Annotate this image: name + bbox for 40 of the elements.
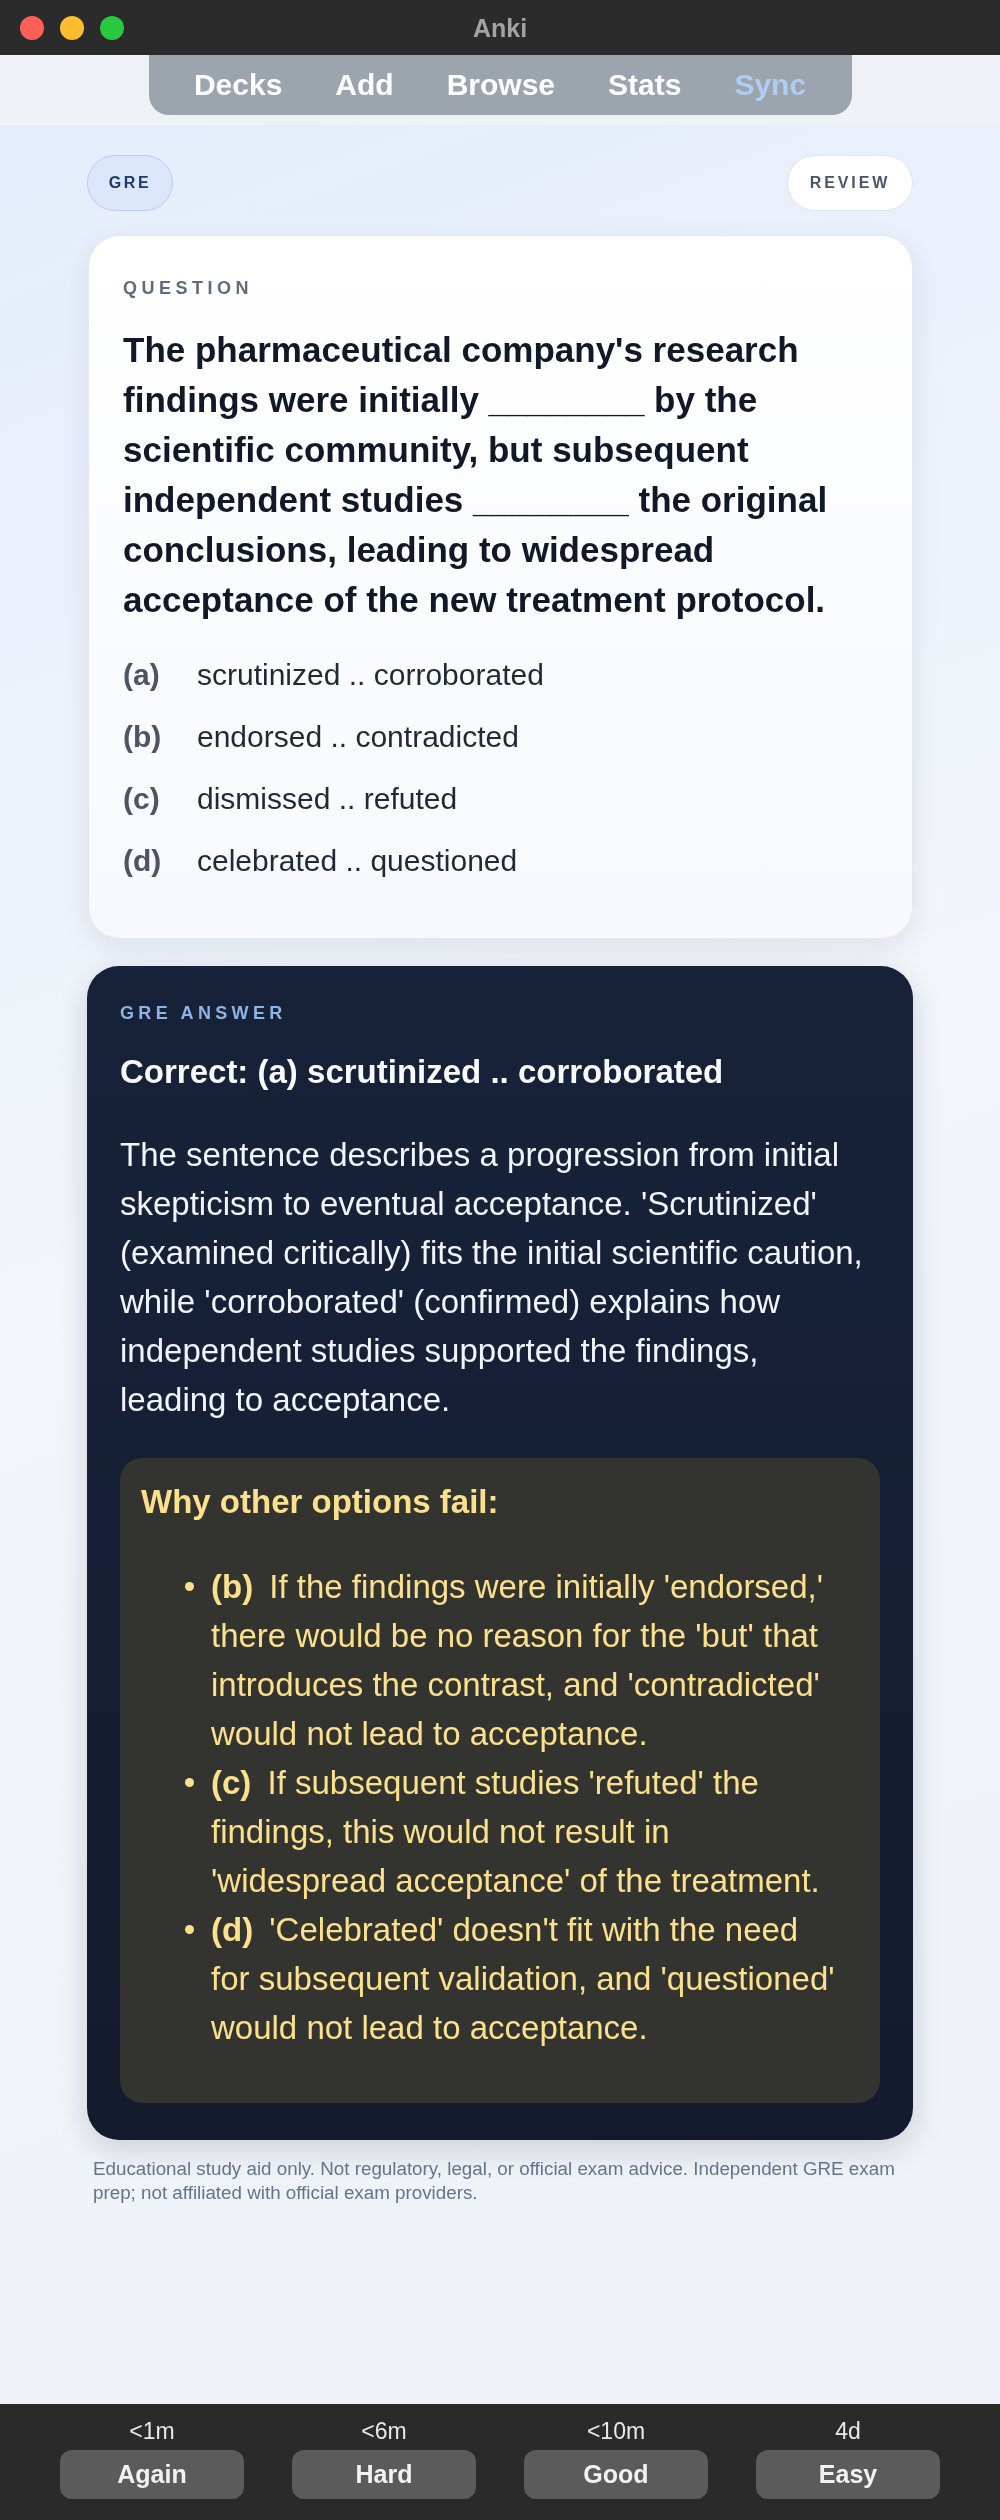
reason-text: (c) If subsequent studies 'refuted' the findings, this would not result in 'widespread acceptance' of the treatment. [211,1763,821,1901]
correct-answer: Correct: (a) scrutinized .. corroborated [120,1052,724,1092]
minimize-icon[interactable] [60,15,84,40]
option-text: endorsed .. contradicted [197,719,519,755]
option-text: celebrated .. questioned [197,843,518,879]
mode-tag: REVIEW [787,155,913,211]
toolbar-button[interactable]: Browse [446,67,555,103]
explanation-text: The sentence describes a progression from initial skepticism to eventual acceptance. 'Scrutinized' (examined critically) fits the initial scientific caution, while 'corroborated' (confirmed) explains how independent studies supported the findings, leading to acceptance. [120,1135,864,1420]
interval-label: 4d [835,2417,861,2445]
toolbar-button[interactable]: Add [335,67,394,103]
question-text: The pharmaceutical company's research findings were initially ________ by the scientific community, but subsequent independent studies ________ the original conclusions, leading to widespread acceptance of the new treatment protocol. [123,329,829,621]
toolbar-button[interactable]: Sync [734,67,807,103]
window-title: Anki [472,12,528,43]
section-label: GRE ANSWER [120,1003,287,1023]
rating-button[interactable]: Again [60,2450,244,2499]
option-label: (d) [123,843,163,879]
option-label: (a) [123,657,161,693]
rating-button[interactable]: Easy [756,2450,940,2499]
option-label: (b) [123,719,163,755]
rating-button[interactable]: Good [524,2450,708,2499]
toolbar-button[interactable]: Decks [193,67,283,103]
toolbar-button[interactable]: Stats [608,67,682,103]
bullet-icon [185,1925,194,1934]
interval-label: <6m [361,2417,407,2445]
interval-label: <10m [586,2417,646,2445]
reason-text: (b) If the findings were initially 'endorsed,' there would be no reason for the 'but' that introduces the contrast, and 'contradicted' would not lead to acceptance. [211,1567,825,1754]
close-icon[interactable] [20,15,44,40]
section-label: QUESTION [123,278,253,298]
disclaimer-text: Educational study aid only. Not regulatory, legal, or official exam advice. Independent GRE exam prep; not affiliated with official exam providers. [93,2157,896,2205]
deck-tag: GRE [87,155,173,211]
option-text: scrutinized .. corroborated [197,657,544,693]
option-label: (c) [123,781,161,817]
interval-label: <1m [129,2417,175,2445]
bullet-icon [185,1582,194,1591]
option-text: dismissed .. refuted [197,781,458,817]
zoom-icon[interactable] [100,15,124,40]
reasons-title: Why other options fail: [141,1482,499,1522]
bullet-icon [185,1778,194,1787]
reason-text: (d) 'Celebrated' doesn't fit with the need for subsequent validation, and 'questioned' would not lead to acceptance. [211,1910,836,2048]
rating-button[interactable]: Hard [292,2450,476,2499]
